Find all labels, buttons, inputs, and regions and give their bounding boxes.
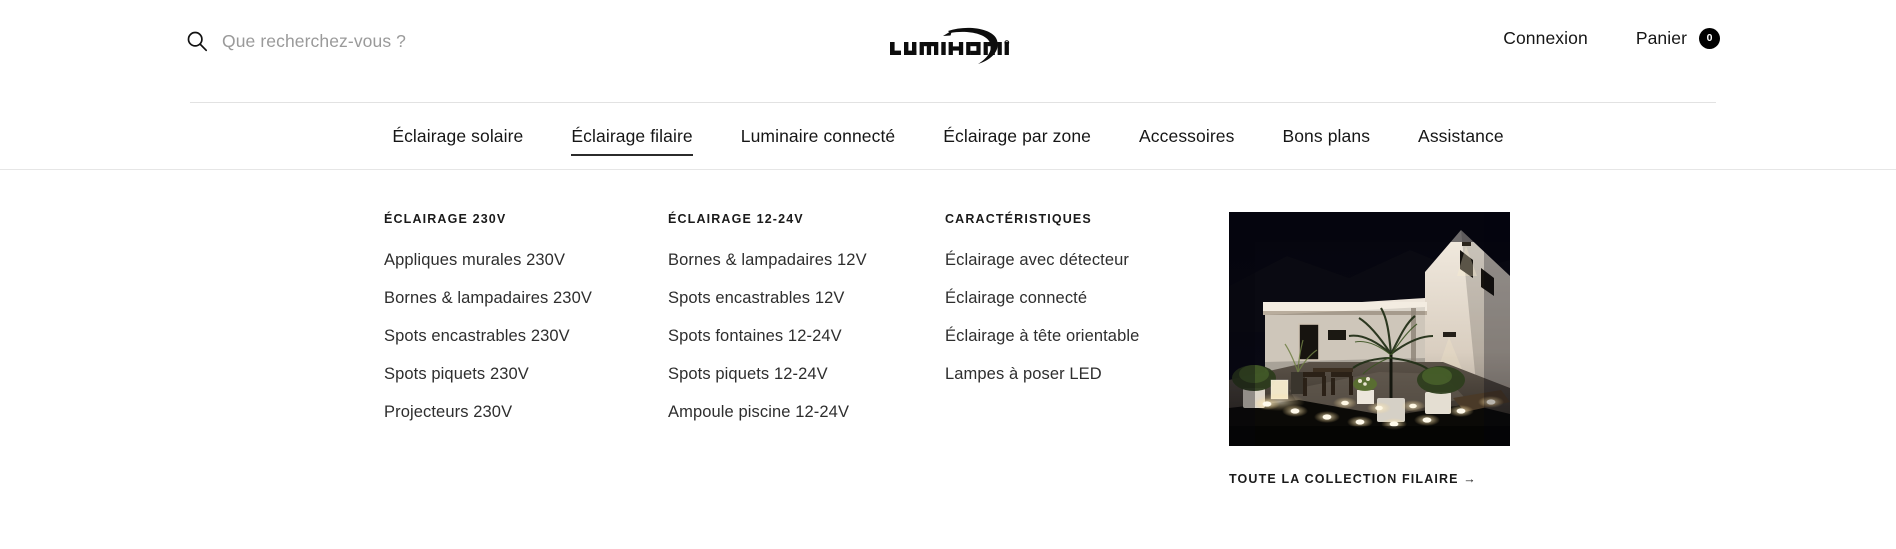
nav-item-luminaire-connecte[interactable]: Luminaire connecté xyxy=(717,127,920,146)
cart-label: Panier xyxy=(1635,28,1687,48)
megamenu-column-caracteristiques: CARACTÉRISTIQUES Éclairage avec détecteu… xyxy=(945,212,1205,401)
promo-image[interactable] xyxy=(1229,212,1510,446)
nav-item-eclairage-filaire[interactable]: Éclairage filaire xyxy=(547,127,716,156)
megamenu-link[interactable]: Éclairage connecté xyxy=(945,287,1205,311)
nav-item-eclairage-solaire[interactable]: Éclairage solaire xyxy=(368,127,547,146)
megamenu-link[interactable]: Bornes & lampadaires 230V xyxy=(384,287,644,311)
cart-count-badge: 0 xyxy=(1699,28,1720,49)
megamenu-link[interactable]: Ampoule piscine 12-24V xyxy=(668,401,928,425)
nav-item-eclairage-par-zone[interactable]: Éclairage par zone xyxy=(919,127,1115,146)
header-divider xyxy=(190,102,1716,103)
megamenu-panel: ÉCLAIRAGE 230V Appliques murales 230V Bo… xyxy=(0,170,1896,549)
cart-link[interactable]: Panier 0 xyxy=(1636,28,1720,49)
megamenu-link[interactable]: Spots encastrables 12V xyxy=(668,287,928,311)
account-link[interactable]: Connexion xyxy=(1503,28,1588,49)
search-input[interactable] xyxy=(222,30,642,52)
column-title: ÉCLAIRAGE 12-24V xyxy=(668,212,804,226)
search-icon xyxy=(186,30,208,52)
site-logo[interactable] xyxy=(886,22,1010,70)
site-header: Connexion Panier 0 xyxy=(0,0,1896,104)
megamenu-link[interactable]: Bornes & lampadaires 12V xyxy=(668,249,928,273)
megamenu-column-eclairage-12-24v: ÉCLAIRAGE 12-24V Bornes & lampadaires 12… xyxy=(668,212,928,439)
nav-item-accessoires[interactable]: Accessoires xyxy=(1115,127,1258,146)
promo-cta-link[interactable]: TOUTE LA COLLECTION FILAIRE → xyxy=(1229,472,1510,486)
nav-item-bons-plans[interactable]: Bons plans xyxy=(1258,127,1394,146)
megamenu-column-eclairage-230v: ÉCLAIRAGE 230V Appliques murales 230V Bo… xyxy=(384,212,644,439)
search-bar[interactable] xyxy=(186,30,642,52)
nav-item-assistance[interactable]: Assistance xyxy=(1394,127,1528,146)
megamenu-link[interactable]: Spots piquets 12-24V xyxy=(668,363,928,387)
megamenu-link[interactable]: Éclairage avec détecteur xyxy=(945,249,1205,273)
megamenu-link[interactable]: Projecteurs 230V xyxy=(384,401,644,425)
megamenu-link[interactable]: Spots piquets 230V xyxy=(384,363,644,387)
megamenu-link[interactable]: Spots fontaines 12-24V xyxy=(668,325,928,349)
header-actions: Connexion Panier 0 xyxy=(1503,28,1720,49)
megamenu-link[interactable]: Spots encastrables 230V xyxy=(384,325,644,349)
main-navigation: Éclairage solaire Éclairage filaire Lumi… xyxy=(0,104,1896,170)
megamenu-link[interactable]: Lampes à poser LED xyxy=(945,363,1205,387)
promo-image-scene xyxy=(1229,212,1510,446)
megamenu-promo: TOUTE LA COLLECTION FILAIRE → xyxy=(1229,212,1510,486)
megamenu-link[interactable]: Appliques murales 230V xyxy=(384,249,644,273)
megamenu-link[interactable]: Éclairage à tête orientable xyxy=(945,325,1205,349)
column-title: CARACTÉRISTIQUES xyxy=(945,212,1092,226)
column-title: ÉCLAIRAGE 230V xyxy=(384,212,507,226)
page-root: Connexion Panier 0 Éclairage solaire Écl… xyxy=(0,0,1896,549)
